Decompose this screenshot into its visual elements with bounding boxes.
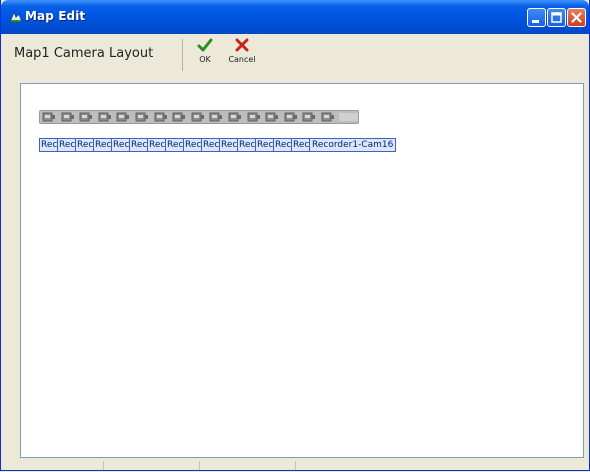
camera-strip-end: [339, 113, 358, 121]
camera-icon[interactable]: [172, 112, 186, 122]
camera-labels-row: Rec Rec Rec Rec Rec Rec Rec Rec Rec Rec Rec Rec Rec R…: [39, 138, 397, 152]
window-title: Map Edit: [25, 9, 86, 23]
status-pane: [199, 461, 200, 470]
title-bar[interactable]: Map Edit: [1, 0, 589, 34]
camera-icon[interactable]: [228, 112, 242, 122]
camera-label[interactable]: Rec: [201, 138, 220, 152]
camera-strip[interactable]: [39, 110, 359, 124]
camera-label[interactable]: Rec: [39, 138, 58, 152]
camera-label[interactable]: Rec: [129, 138, 148, 152]
status-pane: [103, 461, 104, 470]
status-pane: [295, 461, 296, 470]
toolbar: Map1 Camera Layout OK Cancel: [1, 34, 589, 75]
camera-label[interactable]: Rec: [147, 138, 166, 152]
camera-icon[interactable]: [79, 112, 93, 122]
camera-icon[interactable]: [321, 112, 335, 122]
close-icon: [571, 12, 582, 23]
camera-label[interactable]: Rec: [255, 138, 274, 152]
close-button[interactable]: [567, 8, 586, 27]
camera-icon[interactable]: [98, 112, 112, 122]
map-canvas[interactable]: Rec Rec Rec Rec Rec Rec Rec Rec Rec Rec Rec Rec Rec R…: [20, 83, 584, 458]
ok-label: OK: [199, 55, 211, 64]
camera-icon[interactable]: [302, 112, 316, 122]
camera-label[interactable]: Rec: [111, 138, 130, 152]
camera-icon[interactable]: [191, 112, 205, 122]
camera-label[interactable]: Rec: [183, 138, 202, 152]
layout-title: Map1 Camera Layout: [14, 46, 154, 61]
ok-button[interactable]: OK: [193, 38, 217, 72]
camera-icon[interactable]: [135, 112, 149, 122]
camera-label[interactable]: Recorder1-Cam16: [309, 138, 397, 152]
camera-label[interactable]: Rec: [75, 138, 94, 152]
map-edit-window: Map Edit Map1 Camera Layout OK Cancel Re…: [0, 0, 590, 471]
camera-icon[interactable]: [265, 112, 279, 122]
checkmark-icon: [197, 38, 213, 52]
minimize-icon: [532, 20, 539, 23]
camera-icon[interactable]: [42, 112, 56, 122]
toolbar-separator: [182, 39, 183, 71]
camera-icon[interactable]: [116, 112, 130, 122]
camera-label[interactable]: Rec: [291, 138, 310, 152]
camera-icon[interactable]: [209, 112, 223, 122]
camera-label[interactable]: Rec: [273, 138, 292, 152]
map-edit-icon: [9, 10, 23, 23]
cancel-button[interactable]: Cancel: [223, 38, 261, 72]
status-bar: [1, 460, 589, 470]
x-icon: [235, 38, 249, 52]
camera-icon[interactable]: [284, 112, 298, 122]
camera-icon[interactable]: [154, 112, 168, 122]
camera-label[interactable]: Rec: [165, 138, 184, 152]
cancel-label: Cancel: [228, 55, 256, 64]
camera-label[interactable]: Rec: [237, 138, 256, 152]
maximize-icon: [551, 12, 562, 23]
camera-icon[interactable]: [61, 112, 75, 122]
maximize-button[interactable]: [547, 8, 566, 27]
minimize-button[interactable]: [527, 8, 546, 27]
camera-label[interactable]: Rec: [57, 138, 76, 152]
camera-label[interactable]: Rec: [219, 138, 238, 152]
camera-label[interactable]: Rec: [93, 138, 112, 152]
camera-icon[interactable]: [247, 112, 261, 122]
